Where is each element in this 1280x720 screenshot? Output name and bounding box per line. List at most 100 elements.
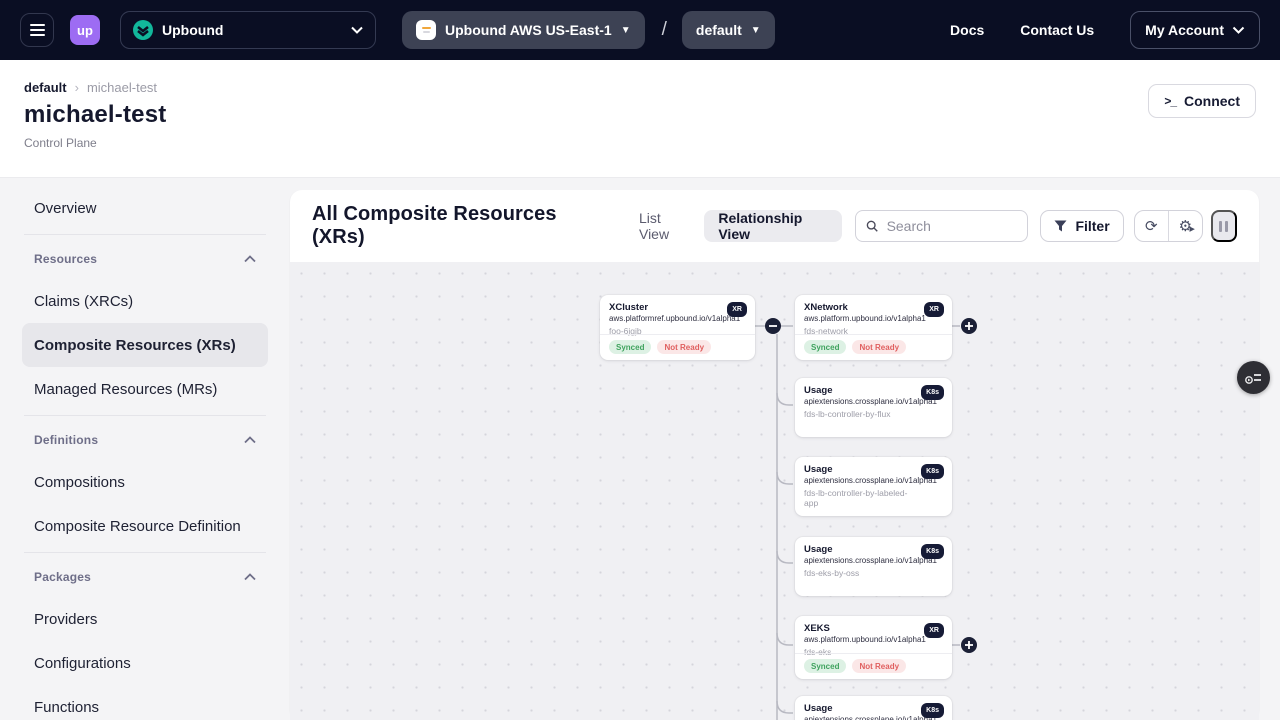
node-status-row: Synced Not Ready	[600, 334, 755, 360]
section-label: Packages	[34, 570, 91, 584]
panel-toolbar: All Composite Resources (XRs) List View …	[290, 190, 1259, 262]
breadcrumb-root[interactable]: default	[24, 80, 67, 95]
filter-funnel-icon	[1054, 220, 1067, 232]
node-api-version: apiextensions.crossplane.io/v1alpha1	[804, 715, 918, 720]
legend-toggle-button[interactable]	[1237, 361, 1270, 394]
search-icon	[866, 219, 878, 233]
graph-node-usage-eks-oss[interactable]: Usage apiextensions.crossplane.io/v1alph…	[795, 537, 952, 596]
sidebar-section-packages[interactable]: Packages	[22, 557, 268, 597]
node-kind-badge: K8s	[921, 464, 944, 479]
caret-down-icon: ▼	[751, 25, 761, 36]
pause-icon	[1219, 221, 1222, 232]
node-status-row: Synced Not Ready	[795, 334, 952, 360]
organization-select[interactable]: Upbound	[120, 11, 376, 49]
sidebar-item-overview[interactable]: Overview	[22, 186, 268, 230]
node-kind-badge: K8s	[921, 544, 944, 559]
sidebar-item-providers[interactable]: Providers	[22, 597, 268, 641]
graph-node-usage-labeled-app[interactable]: Usage apiextensions.crossplane.io/v1alph…	[795, 457, 952, 516]
graph-node-usage-bottom[interactable]: Usage apiextensions.crossplane.io/v1alph…	[795, 696, 952, 720]
node-api-version: apiextensions.crossplane.io/v1alpha1	[804, 556, 918, 565]
node-title: Usage	[804, 544, 918, 555]
organization-label: Upbound	[162, 22, 223, 38]
sidebar-item-claims[interactable]: Claims (XRCs)	[22, 279, 268, 323]
list-view-tab[interactable]: List View	[639, 210, 690, 242]
node-api-version: aws.platform.upbound.io/v1alpha1	[804, 314, 918, 323]
control-plane-select[interactable]: Upbound AWS US-East-1 ▼	[402, 11, 645, 49]
sidebar-item-composite-resources[interactable]: Composite Resources (XRs)	[22, 323, 268, 367]
sidebar: Overview Resources Claims (XRCs) Composi…	[0, 178, 290, 720]
sidebar-item-compositions[interactable]: Compositions	[22, 460, 268, 504]
sidebar-item-configurations[interactable]: Configurations	[22, 641, 268, 685]
node-api-version: aws.platformref.upbound.io/v1alpha1	[609, 314, 721, 323]
node-status-row: Synced Not Ready	[795, 653, 952, 679]
node-api-version: apiextensions.crossplane.io/v1alpha1	[804, 476, 918, 485]
collapse-node-icon	[765, 318, 781, 334]
sidebar-divider	[24, 552, 266, 553]
chevron-up-icon	[244, 436, 256, 444]
sidebar-item-managed-resources[interactable]: Managed Resources (MRs)	[22, 367, 268, 411]
play-icon: ▶	[1190, 225, 1195, 233]
my-account-label: My Account	[1145, 22, 1224, 38]
expand-node-icon	[961, 318, 977, 334]
node-kind-badge: K8s	[921, 703, 944, 718]
sidebar-divider	[24, 234, 266, 235]
relationship-view-tab[interactable]: Relationship View	[704, 210, 842, 242]
section-label: Definitions	[34, 433, 98, 447]
chevron-down-icon	[1232, 26, 1245, 34]
sidebar-item-functions[interactable]: Functions	[22, 685, 268, 720]
sidebar-section-definitions[interactable]: Definitions	[22, 420, 268, 460]
contact-us-link[interactable]: Contact Us	[1020, 22, 1094, 38]
filter-button[interactable]: Filter	[1040, 210, 1123, 242]
section-label: Resources	[34, 252, 97, 266]
filter-label: Filter	[1075, 218, 1109, 234]
my-account-button[interactable]: My Account	[1130, 11, 1260, 49]
terminal-icon: >_	[1164, 94, 1176, 108]
node-api-version: apiextensions.crossplane.io/v1alpha1	[804, 397, 918, 406]
control-plane-icon	[416, 20, 436, 40]
node-name: fds-lb-controller-by-flux	[804, 409, 918, 419]
breadcrumb: default › michael-test	[24, 80, 166, 95]
graph-node-usage-flux[interactable]: Usage apiextensions.crossplane.io/v1alph…	[795, 378, 952, 437]
search-input-wrapper	[855, 210, 1028, 242]
docs-link[interactable]: Docs	[950, 22, 984, 38]
group-select[interactable]: default ▼	[682, 11, 775, 49]
breadcrumb-current: michael-test	[87, 80, 157, 95]
chevron-up-icon	[244, 255, 256, 263]
graph-edges	[290, 262, 1259, 720]
node-api-version: aws.platform.upbound.io/v1alpha1	[804, 635, 918, 644]
node-title: XNetwork	[804, 302, 918, 313]
node-kind-badge: K8s	[921, 385, 944, 400]
not-ready-badge: Not Ready	[852, 659, 906, 673]
synced-badge: Synced	[609, 340, 651, 354]
graph-node-xnetwork[interactable]: XNetwork aws.platform.upbound.io/v1alpha…	[795, 295, 952, 360]
node-title: Usage	[804, 703, 918, 714]
refresh-icon: ⟳	[1145, 217, 1158, 235]
node-kind-badge: XR	[924, 302, 944, 317]
synced-badge: Synced	[804, 340, 846, 354]
node-name: fds-lb-controller-by-labeled-app	[804, 488, 918, 508]
refresh-button[interactable]: ⟳	[1135, 211, 1168, 241]
run-operations-button[interactable]: ⚙ ▶	[1169, 211, 1202, 241]
relationship-canvas[interactable]: XCluster aws.platformref.upbound.io/v1al…	[290, 262, 1259, 720]
connect-button[interactable]: >_ Connect	[1148, 84, 1256, 118]
main-panel: All Composite Resources (XRs) List View …	[290, 190, 1259, 720]
canvas-action-group: ⟳ ⚙ ▶	[1134, 210, 1203, 242]
sidebar-section-resources[interactable]: Resources	[22, 239, 268, 279]
caret-down-icon: ▼	[621, 25, 631, 36]
search-input[interactable]	[887, 218, 1018, 234]
group-label: default	[696, 22, 742, 38]
node-title: XEKS	[804, 623, 918, 634]
graph-node-xcluster[interactable]: XCluster aws.platformref.upbound.io/v1al…	[600, 295, 755, 360]
node-name: fds-eks-by-oss	[804, 568, 918, 578]
sidebar-item-xrd[interactable]: Composite Resource Definition	[22, 504, 268, 548]
breadcrumb-chevron-icon: ›	[75, 80, 79, 95]
hamburger-menu-button[interactable]	[20, 13, 54, 47]
expand-node-icon	[961, 637, 977, 653]
graph-node-xeks[interactable]: XEKS aws.platform.upbound.io/v1alpha1 fd…	[795, 616, 952, 679]
control-plane-label: Upbound AWS US-East-1	[445, 22, 612, 38]
upbound-logo: up	[70, 15, 100, 45]
node-kind-badge: XR	[924, 623, 944, 638]
pause-button[interactable]	[1211, 210, 1237, 242]
not-ready-badge: Not Ready	[852, 340, 906, 354]
page-title: michael-test	[24, 101, 166, 129]
